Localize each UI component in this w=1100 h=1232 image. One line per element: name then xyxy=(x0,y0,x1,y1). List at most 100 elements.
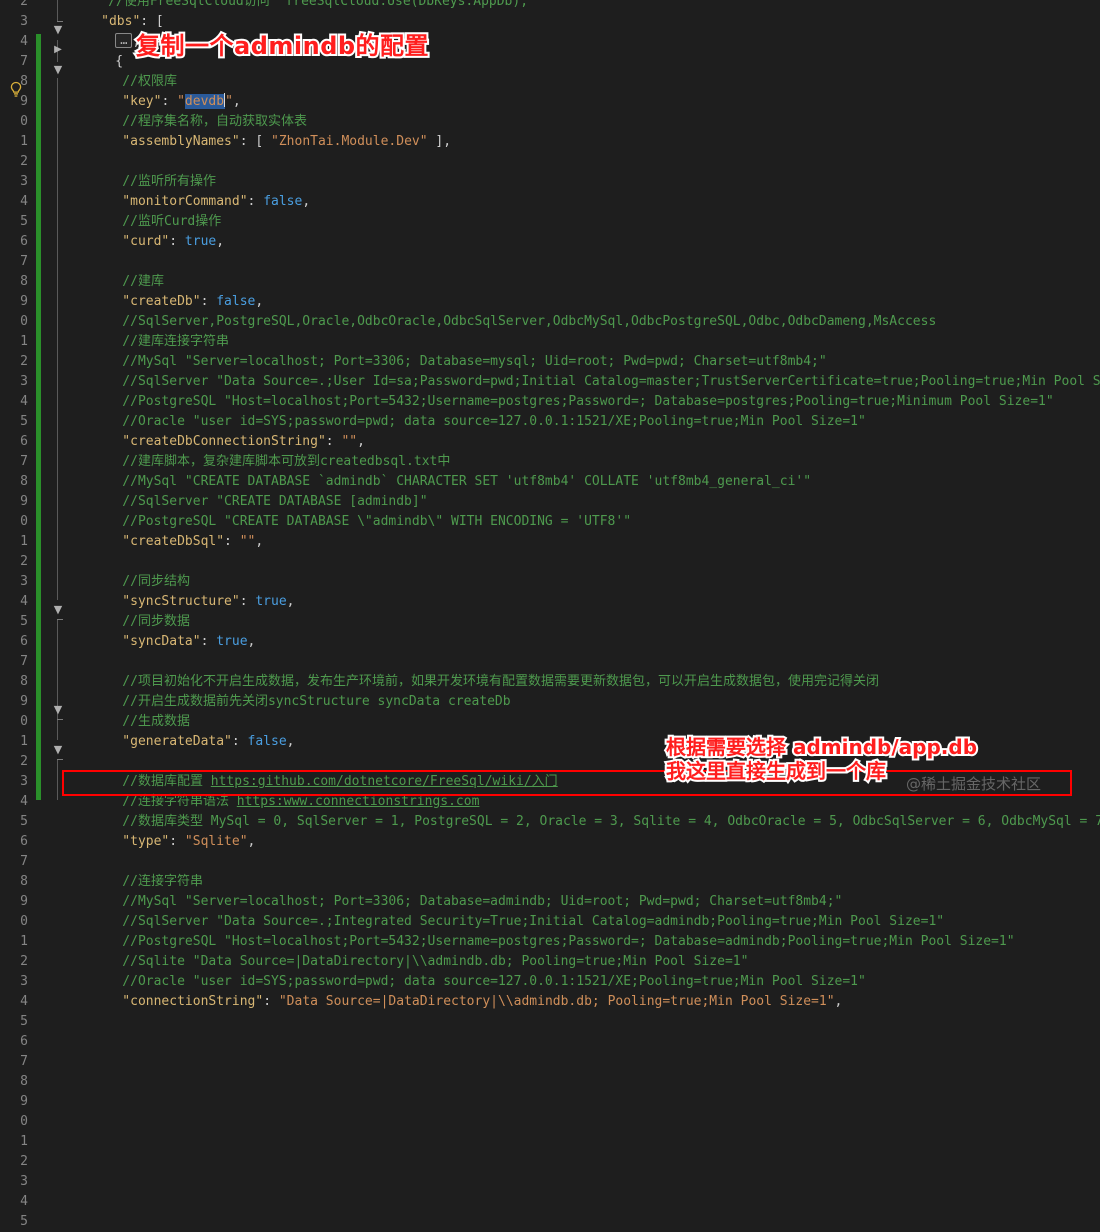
code-line[interactable]: "createDbConnectionString": "", xyxy=(122,432,365,452)
line-number: 6 xyxy=(20,234,28,249)
code-token-cm: //监听Curd操作 xyxy=(122,214,222,229)
line-number: 7 xyxy=(20,254,28,269)
code-token-cm: //PostgreSQL "Host=localhost;Port=5432;U… xyxy=(122,934,1015,949)
code-line[interactable]: "createDb": false, xyxy=(122,292,263,312)
code-line[interactable]: //数据库类型 MySql = 0, SqlServer = 1, Postgr… xyxy=(122,812,1100,832)
line-number: 8 xyxy=(20,1074,28,1089)
code-line[interactable]: //PostgreSQL "Host=localhost;Port=5432;U… xyxy=(122,932,1014,952)
code-content[interactable]: //使用FreeSqlCloud访问 freeSqlCloud.Use(DbKe… xyxy=(80,0,1100,1009)
code-line[interactable]: //PostgreSQL "Host=localhost;Port=5432;U… xyxy=(122,392,1053,412)
line-number: 3 xyxy=(20,14,28,29)
code-token-cm: //Oracle "user id=SYS;password=pwd; data… xyxy=(122,974,866,989)
code-token-str: " xyxy=(177,94,185,109)
code-line[interactable]: "connectionString": "Data Source=|DataDi… xyxy=(122,992,842,1012)
code-token-pun: , xyxy=(232,94,241,109)
line-number: 4 xyxy=(20,394,28,409)
line-number: 6 xyxy=(20,834,28,849)
code-line[interactable]: //同步数据 xyxy=(122,612,190,632)
code-token-str: "" xyxy=(239,534,256,549)
code-token-pun: : xyxy=(169,834,185,849)
line-number: 2 xyxy=(20,354,28,369)
code-line[interactable]: //使用FreeSqlCloud访问 freeSqlCloud.Use(DbKe… xyxy=(108,0,528,12)
code-token-lnk[interactable]: https:www.connectionstrings.com xyxy=(237,794,480,809)
code-line[interactable]: "type": "Sqlite", xyxy=(122,832,255,852)
code-line[interactable]: //SqlServer "Data Source=.;User Id=sa;Pa… xyxy=(122,372,1100,392)
code-line[interactable]: //SqlServer "Data Source=.;Integrated Se… xyxy=(122,912,944,932)
fold-chevron-right-icon[interactable]: ▶ xyxy=(51,40,65,60)
code-line[interactable]: "curd": true, xyxy=(122,232,224,252)
code-line[interactable]: //程序集名称，自动获取实体表 xyxy=(122,112,307,132)
code-line[interactable]: //Sqlite "Data Source=|DataDirectory|\\a… xyxy=(122,952,748,972)
code-line[interactable]: //生成数据 xyxy=(122,712,190,732)
code-line[interactable]: "assemblyNames": [ "ZhonTai.Module.Dev" … xyxy=(122,132,451,152)
lightbulb-quickfix-icon[interactable] xyxy=(8,80,24,100)
code-line[interactable]: "key": "devdb", xyxy=(122,92,241,112)
code-line[interactable]: //MySql "Server=localhost; Port=3306; Da… xyxy=(122,352,826,372)
line-number: 1 xyxy=(20,1134,28,1149)
code-token-cm: //程序集名称，自动获取实体表 xyxy=(122,114,307,129)
line-number: 1 xyxy=(20,334,28,349)
line-number: 5 xyxy=(20,1014,28,1029)
code-token-str: "Sqlite" xyxy=(184,834,248,849)
code-line[interactable]: "syncData": true, xyxy=(122,632,255,652)
line-number: 8 xyxy=(20,474,28,489)
code-line[interactable]: "monitorCommand": false, xyxy=(122,192,310,212)
code-line[interactable]: "createDbSql": "", xyxy=(122,532,263,552)
code-line[interactable]: //监听所有操作 xyxy=(122,172,216,192)
fold-chevron-down-icon[interactable]: ▼ xyxy=(51,700,65,720)
code-line[interactable]: //SqlServer "CREATE DATABASE [admindb]" xyxy=(122,492,427,512)
code-line[interactable]: //建库脚本，复杂建库脚本可放到createdbsql.txt中 xyxy=(122,452,450,472)
code-token-pun: , xyxy=(247,834,256,849)
code-token-bool: true xyxy=(216,634,248,649)
code-line[interactable]: //权限库 xyxy=(122,72,177,92)
code-token-bool: true xyxy=(255,594,287,609)
code-token-cm: //PostgreSQL "CREATE DATABASE \"admindb\… xyxy=(122,514,632,529)
line-number: 9 xyxy=(20,694,28,709)
code-token-bool: false xyxy=(263,194,303,209)
line-number: 8 xyxy=(20,674,28,689)
code-token-pun: , xyxy=(255,534,264,549)
code-line[interactable]: "syncStructure": true, xyxy=(122,592,294,612)
line-number: 3 xyxy=(20,974,28,989)
line-number: 3 xyxy=(20,1174,28,1189)
code-token-cm: //建库 xyxy=(122,274,164,289)
code-token-pun: : xyxy=(161,94,178,109)
code-line[interactable]: //SqlServer,PostgreSQL,Oracle,OdbcOracle… xyxy=(122,312,936,332)
code-token-cm: //MySql "Server=localhost; Port=3306; Da… xyxy=(122,354,827,369)
code-line[interactable]: "generateData": false, xyxy=(122,732,294,752)
line-number: 7 xyxy=(20,854,28,869)
fold-chevron-down-icon[interactable]: ▼ xyxy=(51,600,65,620)
line-number: 3 xyxy=(20,774,28,789)
fold-guide-line xyxy=(57,620,58,740)
code-token-key: "connectionString" xyxy=(122,994,264,1009)
line-number: 5 xyxy=(20,414,28,429)
code-line[interactable]: //连接字符串 xyxy=(122,872,203,892)
code-token-key: "createDbSql" xyxy=(122,534,225,549)
code-editor[interactable]: 2 3 4 7 8 9 0 1 2 3 4 5 6 7 8 9 0 1 2 3 4 5 6 7 8 9 0 1 2 3 4 5 6 7 8 9 0 1 2 3… xyxy=(0,0,1100,1229)
code-line[interactable]: //开启生成数据前先关闭syncStructure syncData creat… xyxy=(122,692,510,712)
code-line[interactable]: //同步结构 xyxy=(122,572,190,592)
line-number: 6 xyxy=(20,634,28,649)
selected-text[interactable]: devdb xyxy=(184,93,226,109)
code-line[interactable]: { xyxy=(115,52,123,72)
code-line[interactable]: //MySql "CREATE DATABASE `admindb` CHARA… xyxy=(122,472,811,492)
code-line[interactable]: //Oracle "user id=SYS;password=pwd; data… xyxy=(122,972,866,992)
code-line[interactable]: //监听Curd操作 xyxy=(122,212,221,232)
fold-chevron-down-icon[interactable]: ▼ xyxy=(51,60,65,80)
folded-region-widget[interactable]: … xyxy=(115,33,133,48)
code-token-cm: //建库连接字符串 xyxy=(122,334,229,349)
code-line[interactable]: //PostgreSQL "CREATE DATABASE \"admindb\… xyxy=(122,512,631,532)
code-line[interactable]: //Oracle "user id=SYS;password=pwd; data… xyxy=(122,412,866,432)
fold-chevron-down-icon[interactable]: ▼ xyxy=(51,740,65,760)
code-line[interactable]: //建库 xyxy=(122,272,164,292)
code-line[interactable]: //MySql "Server=localhost; Port=3306; Da… xyxy=(122,892,842,912)
fold-chevron-down-icon[interactable]: ▼ xyxy=(51,20,65,40)
code-line[interactable]: //建库连接字符串 xyxy=(122,332,229,352)
line-number: 0 xyxy=(20,114,28,129)
code-line[interactable]: //项目初始化不开启生成数据，发布生产环境前，如果开发环境有配置数据需要更新数据… xyxy=(122,672,879,692)
line-number: 1 xyxy=(20,134,28,149)
code-token-key: "type" xyxy=(122,834,170,849)
code-token-key: "syncData" xyxy=(122,634,201,649)
code-token-key: "createDbConnectionString" xyxy=(122,434,326,449)
line-number: 2 xyxy=(20,1154,28,1169)
